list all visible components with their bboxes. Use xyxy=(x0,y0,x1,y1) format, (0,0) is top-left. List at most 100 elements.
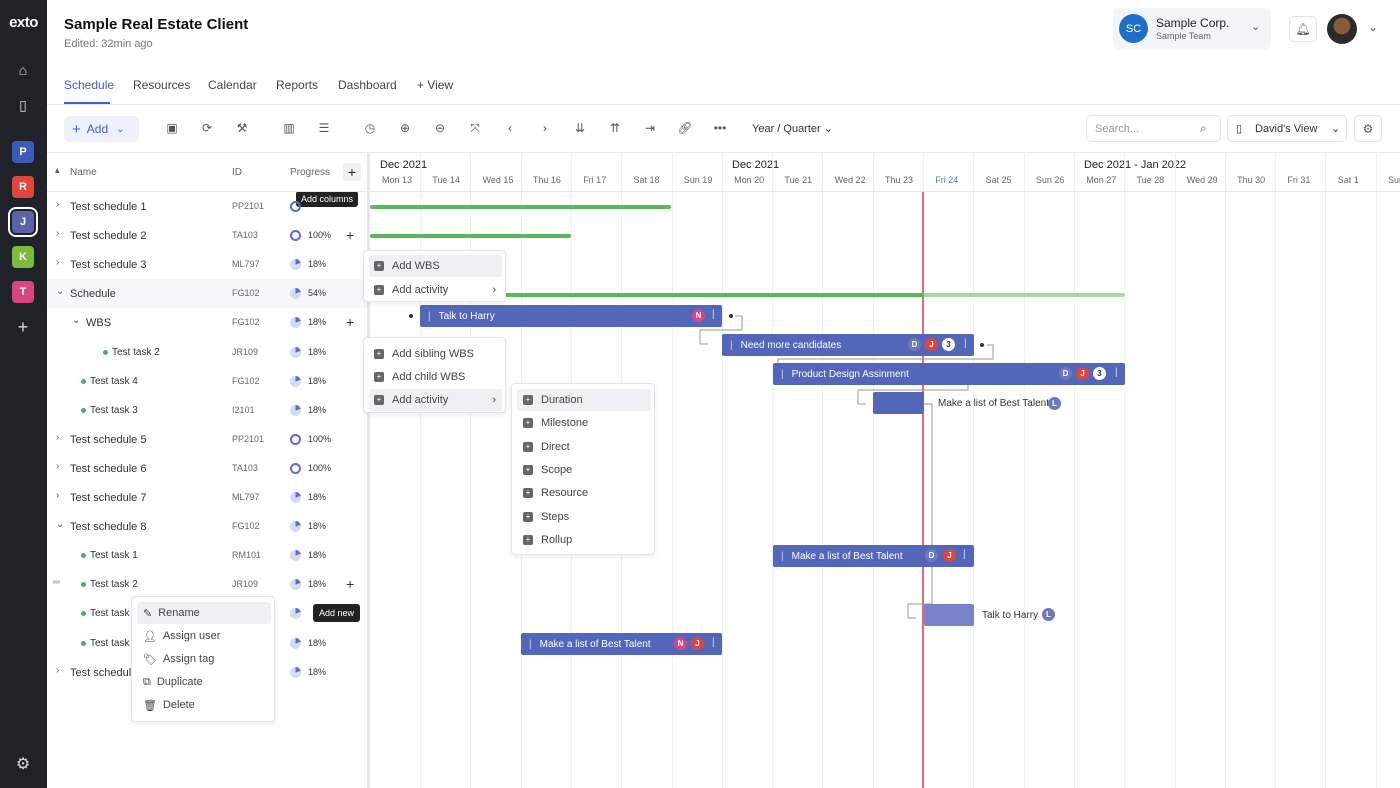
menu-item-steps[interactable]: + Steps xyxy=(517,506,651,528)
gantt-bar[interactable]: | Make a list of Best Talent D J | xyxy=(773,545,974,567)
chevron-down-icon[interactable]: ⌄ xyxy=(56,286,64,297)
column-header-id[interactable]: ID xyxy=(232,167,242,178)
chevron-right-icon[interactable]: › xyxy=(56,228,59,239)
sync-icon[interactable]: ⟳ xyxy=(194,117,220,139)
bell-icon[interactable]: 🔔︎ xyxy=(1289,16,1317,42)
settings-gear-icon[interactable]: ⚙ xyxy=(12,753,34,775)
scale-select[interactable]: Year / Quarter ⌄ xyxy=(752,122,833,135)
chevron-right-icon[interactable]: › xyxy=(56,665,59,676)
save-icon[interactable]: ▣ xyxy=(159,117,185,139)
more-icon[interactable]: ••• xyxy=(707,117,733,139)
menu-item-assign-user[interactable]: 👤︎ Assign user xyxy=(137,625,271,647)
tab-schedule[interactable]: Schedule xyxy=(64,78,114,92)
chevron-right-icon[interactable]: › xyxy=(532,117,558,139)
tools-icon[interactable]: ⚒ xyxy=(229,117,255,139)
table-row[interactable]: Test task 4 FG102 18% xyxy=(47,367,367,396)
workspace-p[interactable]: P xyxy=(12,141,34,163)
gantt-bar[interactable] xyxy=(924,604,974,626)
menu-item-assign-tag[interactable]: 🏷︎ Assign tag xyxy=(137,648,271,670)
tab-add-view[interactable]: + View xyxy=(417,78,453,92)
menu-item-add-activity[interactable]: + Add activity › xyxy=(369,389,502,411)
workspace-k[interactable]: K xyxy=(12,246,34,268)
chevron-right-icon[interactable]: › xyxy=(56,257,59,268)
search-input[interactable]: Search... ⌕ xyxy=(1086,115,1221,142)
bar-resize-handle[interactable]: | xyxy=(963,549,966,560)
drag-handle-icon[interactable]: ═ xyxy=(53,577,60,588)
bar-resize-handle[interactable]: | xyxy=(964,338,967,349)
gantt-bar[interactable]: | Need more candidates D J 3 | xyxy=(722,334,974,356)
table-row[interactable]: › Test schedule 2 TA103 100% + xyxy=(47,221,367,250)
table-row[interactable]: ⌄ WBS FG102 18% + xyxy=(47,308,367,337)
home-icon[interactable]: ⌂ xyxy=(12,59,34,81)
user-avatar[interactable] xyxy=(1327,14,1357,44)
link-icon[interactable]: 🔗︎ xyxy=(672,117,698,139)
chevron-down-icon[interactable]: ⌄ xyxy=(56,519,64,530)
menu-item-add-sibling-wbs[interactable]: + Add sibling WBS xyxy=(369,343,502,365)
add-row-button[interactable]: + xyxy=(346,314,354,330)
menu-item-rollup[interactable]: + Rollup xyxy=(517,529,651,551)
menu-item-add-child-wbs[interactable]: + Add child WBS xyxy=(369,366,502,388)
zoom-out-icon[interactable]: ⊖ xyxy=(427,117,453,139)
expand-all-icon[interactable]: ⇊ xyxy=(567,117,593,139)
view-select[interactable]: ▯ David's View ⌄ xyxy=(1227,115,1347,142)
menu-item-scope[interactable]: + Scope xyxy=(517,459,651,481)
table-row[interactable]: ⌄ Test schedule 8 FG102 18% xyxy=(47,512,367,541)
org-switcher[interactable]: SC Sample Corp. Sample Team ⌄ xyxy=(1113,8,1271,49)
chevron-right-icon[interactable]: › xyxy=(56,461,59,472)
column-header-progress[interactable]: Progress xyxy=(290,167,330,178)
connector-dot[interactable] xyxy=(980,343,984,347)
columns-icon[interactable]: ▥ xyxy=(276,117,302,139)
table-row[interactable]: › Test schedule 3 ML797 18% xyxy=(47,250,367,279)
workspace-j[interactable]: J xyxy=(8,207,38,237)
table-row[interactable]: Test task 2 JR109 18% xyxy=(47,338,367,367)
table-row[interactable]: › Test schedule 1 PP2101 xyxy=(47,192,367,221)
zoom-in-icon[interactable]: ⊕ xyxy=(392,117,418,139)
gantt-bar[interactable] xyxy=(873,392,924,414)
gantt-bar[interactable]: | Talk to Harry N | xyxy=(420,305,722,327)
menu-item-add-wbs[interactable]: + Add WBS xyxy=(369,255,502,277)
table-row[interactable]: Test task 1 RM101 18% xyxy=(47,541,367,570)
tab-calendar[interactable]: Calendar xyxy=(208,78,257,92)
connector-dot[interactable] xyxy=(729,314,733,318)
chevron-right-icon[interactable]: › xyxy=(56,490,59,501)
table-row[interactable]: ═ Test task 2 JR109 18% + xyxy=(47,570,367,599)
export-icon[interactable]: ⇥ xyxy=(637,117,663,139)
view-settings-gear-icon[interactable]: ⚙ xyxy=(1354,115,1382,142)
tab-resources[interactable]: Resources xyxy=(133,78,190,92)
bar-resize-handle[interactable]: | xyxy=(712,309,715,320)
tab-dashboard[interactable]: Dashboard xyxy=(338,78,397,92)
menu-item-rename[interactable]: ✎ Rename xyxy=(137,602,271,624)
gantt-bar[interactable]: | Make a list of Best Talent N J | xyxy=(521,633,722,655)
add-row-button[interactable]: + xyxy=(346,227,354,243)
bar-resize-handle[interactable]: | xyxy=(1115,367,1118,378)
tab-reports[interactable]: Reports xyxy=(276,78,318,92)
table-row[interactable]: ⌄ Schedule FG102 54% xyxy=(47,279,367,309)
list-icon[interactable]: ☰ xyxy=(311,117,337,139)
menu-item-duration[interactable]: + Duration xyxy=(517,389,651,411)
menu-item-delete[interactable]: 🗑︎ Delete xyxy=(137,694,271,716)
table-row[interactable]: › Test schedule 5 PP2101 100% xyxy=(47,425,367,454)
connector-dot[interactable] xyxy=(409,314,413,318)
sort-icon[interactable]: ▴ xyxy=(55,165,60,176)
menu-item-direct[interactable]: + Direct xyxy=(517,436,651,458)
chevron-left-icon[interactable]: ‹ xyxy=(497,117,523,139)
gantt-bar[interactable]: | Product Design Assinment D J 3 | xyxy=(773,363,1125,385)
add-column-button[interactable]: + xyxy=(343,163,361,181)
table-row[interactable]: Test task 3 I2101 18% xyxy=(47,396,367,425)
add-row-button[interactable]: + xyxy=(346,576,354,592)
table-row[interactable]: › Test schedule 6 TA103 100% xyxy=(47,454,367,483)
chevron-down-icon[interactable]: ⌄ xyxy=(1368,20,1378,34)
add-workspace-icon[interactable]: + xyxy=(12,316,34,338)
clock-icon[interactable]: ◷ xyxy=(357,117,383,139)
chevron-right-icon[interactable]: › xyxy=(56,432,59,443)
add-button[interactable]: + Add ⌄ xyxy=(64,116,139,142)
table-row[interactable]: › Test schedule 7 ML797 18% xyxy=(47,483,367,512)
chevron-down-icon[interactable]: ⌄ xyxy=(72,315,80,326)
menu-item-duplicate[interactable]: ⧉ Duplicate xyxy=(137,671,271,693)
chevron-right-icon[interactable]: › xyxy=(56,199,59,210)
fit-icon[interactable]: ⤧ xyxy=(462,117,488,139)
column-header-name[interactable]: Name xyxy=(70,167,97,178)
menu-item-milestone[interactable]: + Milestone xyxy=(517,412,651,434)
document-icon[interactable]: ▯ xyxy=(12,94,34,116)
collapse-all-icon[interactable]: ⇈ xyxy=(602,117,628,139)
